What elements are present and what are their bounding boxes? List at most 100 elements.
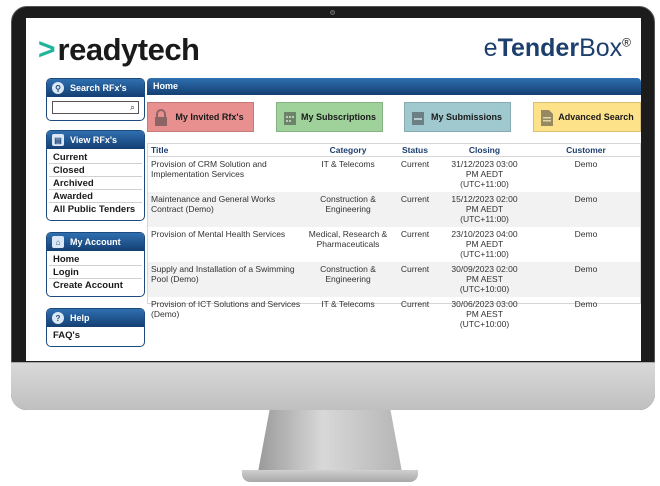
rfx-closing: 31/12/2023 03:00 PM AEDT (UTC+11:00) — [437, 157, 532, 193]
help-header: ? Help — [47, 309, 144, 327]
rfx-closing: 30/09/2023 02:00 PM AEST (UTC+10:00) — [437, 262, 532, 297]
monitor-stand-neck — [258, 410, 402, 472]
search-magnifier-icon[interactable]: ⌕ — [130, 102, 135, 113]
sidebar-item-all-public-tenders[interactable]: All Public Tenders — [49, 203, 142, 216]
lock-icon — [155, 109, 167, 126]
account-header: ⌂ My Account — [47, 233, 144, 251]
etenderbox-logo[interactable]: eTenderBox® — [484, 34, 631, 63]
screen: > readytech eTenderBox® ⚲ Search RFx's ⌕… — [26, 18, 641, 361]
search-panel: ⚲ Search RFx's ⌕ — [46, 78, 145, 121]
search-panel-header: ⚲ Search RFx's — [47, 79, 144, 97]
account-panel: ⌂ My Account Home Login Create Account — [46, 232, 145, 297]
rfx-category: IT & Telecoms — [321, 159, 375, 169]
col-title[interactable]: Title — [148, 144, 303, 157]
sidebar-item-current[interactable]: Current — [49, 151, 142, 164]
help-panel: ? Help FAQ's — [46, 308, 145, 347]
home-icon: ⌂ — [52, 236, 64, 248]
rfx-customer: Demo — [532, 262, 640, 297]
closing-utc: (UTC+11:00) — [460, 214, 509, 224]
sidebar-item-faqs[interactable]: FAQ's — [49, 329, 142, 342]
camera-dot — [330, 10, 335, 15]
tile-my-subscriptions[interactable]: My Subscriptions — [276, 102, 383, 132]
rfx-status: Current — [400, 159, 430, 169]
rfx-customer: Demo — [532, 192, 640, 227]
search-input[interactable]: ⌕ — [52, 101, 139, 114]
table-header-row: Title Category Status Closing Customer — [148, 144, 640, 157]
help-icon: ? — [52, 312, 64, 324]
logo-text: readytech — [57, 32, 200, 67]
tile-my-invited-rfx[interactable]: My Invited Rfx's — [147, 102, 254, 132]
view-rfx-title: View RFx's — [70, 135, 117, 145]
closing-utc: (UTC+11:00) — [460, 249, 509, 259]
rfx-title-link[interactable]: Provision of ICT Solutions and Services … — [148, 297, 303, 332]
closing-zone: PM AEDT — [465, 204, 504, 214]
rfx-customer: Demo — [574, 299, 598, 309]
tile-advanced-search[interactable]: Advanced Search — [533, 102, 641, 132]
monitor: > readytech eTenderBox® ⚲ Search RFx's ⌕… — [11, 6, 655, 410]
closing-date: 15/12/2023 02:00 — [451, 194, 518, 204]
col-customer[interactable]: Customer — [532, 144, 640, 157]
rfx-status: Current — [393, 192, 437, 227]
calendar-icon — [284, 112, 296, 125]
rfx-customer: Demo — [574, 229, 598, 239]
sidebar-item-login[interactable]: Login — [49, 266, 142, 279]
view-rfx-links: Current Closed Archived Awarded All Publ… — [47, 149, 144, 220]
view-rfx-panel: ▤ View RFx's Current Closed Archived Awa… — [46, 130, 145, 221]
closing-utc: (UTC+10:00) — [459, 319, 510, 329]
breadcrumb: Home — [147, 78, 641, 95]
closing-date: 30/06/2023 03:00 — [451, 299, 518, 309]
tile-my-submissions[interactable]: My Submissions — [404, 102, 511, 132]
account-title: My Account — [70, 237, 121, 247]
rfx-category: Construction & Engineering — [303, 262, 393, 297]
table-row[interactable]: Provision of ICT Solutions and Services … — [148, 297, 640, 332]
search-icon: ⚲ — [52, 82, 64, 94]
document-icon: ▤ — [52, 134, 64, 146]
closing-zone: PM AEDT — [465, 169, 504, 179]
closing-zone: PM AEDT — [465, 239, 504, 249]
etb-bold: Tender — [497, 34, 580, 62]
monitor-chin — [11, 362, 655, 410]
search-panel-title: Search RFx's — [70, 83, 127, 93]
monitor-stand-foot — [242, 470, 418, 482]
inbox-icon — [412, 112, 424, 125]
readytech-logo[interactable]: > readytech — [38, 32, 200, 68]
rfx-category: Construction & Engineering — [303, 192, 393, 227]
sidebar-item-create-account[interactable]: Create Account — [49, 279, 142, 292]
rfx-table: Title Category Status Closing Customer P… — [147, 143, 641, 329]
closing-utc: (UTC+11:00) — [460, 179, 509, 189]
col-closing[interactable]: Closing — [437, 144, 532, 157]
rfx-category: Medical, Research & Pharmaceuticals — [308, 229, 388, 249]
table-row[interactable]: Provision of Mental Health Services Medi… — [148, 227, 640, 262]
closing-date: 23/10/2023 04:00 — [451, 229, 518, 239]
sidebar-item-archived[interactable]: Archived — [49, 177, 142, 190]
rfx-closing: 23/10/2023 04:00 PM AEDT (UTC+11:00) — [437, 227, 532, 262]
rfx-title-link[interactable]: Supply and Installation of a Swimming Po… — [148, 262, 303, 297]
sidebar-item-awarded[interactable]: Awarded — [49, 190, 142, 203]
sidebar-item-home[interactable]: Home — [49, 253, 142, 266]
etb-prefix: e — [483, 34, 498, 62]
table-row[interactable]: Maintenance and General Works Contract (… — [148, 192, 640, 227]
sidebar-item-closed[interactable]: Closed — [49, 164, 142, 177]
rfx-status: Current — [393, 262, 437, 297]
document-icon — [541, 110, 553, 126]
registered-mark: ® — [622, 35, 631, 50]
rfx-title-link[interactable]: Provision of CRM Solution and Implementa… — [148, 157, 303, 193]
closing-zone: PM AEST — [466, 274, 503, 284]
rfx-status: Current — [400, 229, 430, 239]
closing-utc: (UTC+10:00) — [459, 284, 510, 294]
rfx-closing: 15/12/2023 02:00 PM AEDT (UTC+11:00) — [437, 192, 532, 227]
rfx-status: Current — [400, 299, 430, 309]
help-title: Help — [70, 313, 90, 323]
help-links: FAQ's — [47, 327, 144, 346]
col-category[interactable]: Category — [303, 144, 393, 157]
table-row[interactable]: Provision of CRM Solution and Implementa… — [148, 157, 640, 193]
rfx-title-link[interactable]: Maintenance and General Works Contract (… — [148, 192, 303, 227]
account-links: Home Login Create Account — [47, 251, 144, 296]
col-status[interactable]: Status — [393, 144, 437, 157]
view-rfx-header: ▤ View RFx's — [47, 131, 144, 149]
logo-chevron-icon: > — [38, 33, 56, 66]
table-row[interactable]: Supply and Installation of a Swimming Po… — [148, 262, 640, 297]
rfx-title-link[interactable]: Provision of Mental Health Services — [148, 227, 303, 262]
closing-date: 30/09/2023 02:00 — [451, 264, 518, 274]
closing-date: 31/12/2023 03:00 — [451, 159, 518, 169]
